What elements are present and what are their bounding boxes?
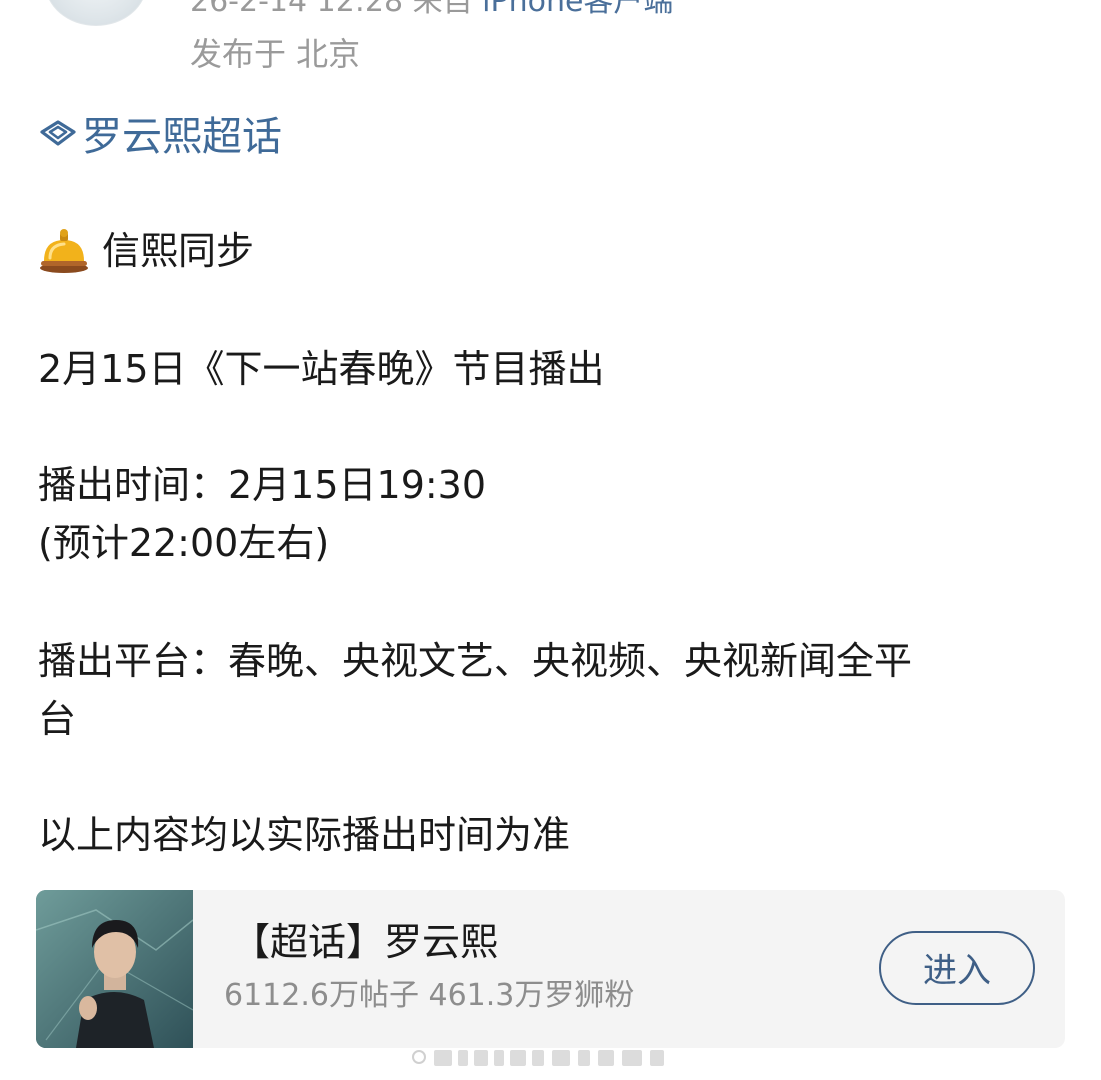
platform-line-1: 播出平台：春晚、央视文艺、央视频、央视新闻全平: [38, 639, 913, 683]
post-location: 发布于 北京: [190, 35, 361, 73]
supertopic-link-label: 罗云熙超话: [82, 114, 282, 160]
diamond-icon: [40, 120, 76, 146]
enter-supertopic-button[interactable]: 进入: [879, 931, 1035, 1005]
weibo-post-page: 26-2-14 12:28 来自 iPhone客户端 发布于 北京 罗云熙超话 …: [0, 0, 1101, 1080]
watermark: [412, 1046, 692, 1070]
supertopic-cover-image: [36, 890, 193, 1048]
supertopic-card-stats: 6112.6万帖子 461.3万罗狮粉: [224, 978, 635, 1013]
supertopic-card[interactable]: 【超话】罗云熙 6112.6万帖子 461.3万罗狮粉 进入: [36, 890, 1065, 1048]
platform-line-2: 台: [38, 697, 77, 741]
post-source-prefix: 来自: [412, 0, 473, 19]
sync-line: 信熙同步: [38, 222, 254, 280]
program-line: 2月15日《下一站春晚》节目播出: [38, 347, 605, 391]
supertopic-link[interactable]: 罗云熙超话: [38, 110, 282, 160]
sync-text: 信熙同步: [102, 229, 255, 273]
post-meta: 26-2-14 12:28 来自 iPhone客户端: [190, 0, 673, 22]
user-avatar[interactable]: [45, 0, 147, 26]
air-time-line: 播出时间：2月15日19:30: [38, 463, 487, 507]
post-source-device[interactable]: iPhone客户端: [482, 0, 673, 19]
supertopic-card-title: 【超话】罗云熙: [232, 920, 499, 964]
service-bell-icon: [40, 229, 88, 273]
disclaimer-line: 以上内容均以实际播出时间为准: [38, 813, 571, 857]
post-timestamp: 26-2-14 12:28: [190, 0, 404, 19]
estimate-line: (预计22:00左右): [38, 521, 330, 565]
